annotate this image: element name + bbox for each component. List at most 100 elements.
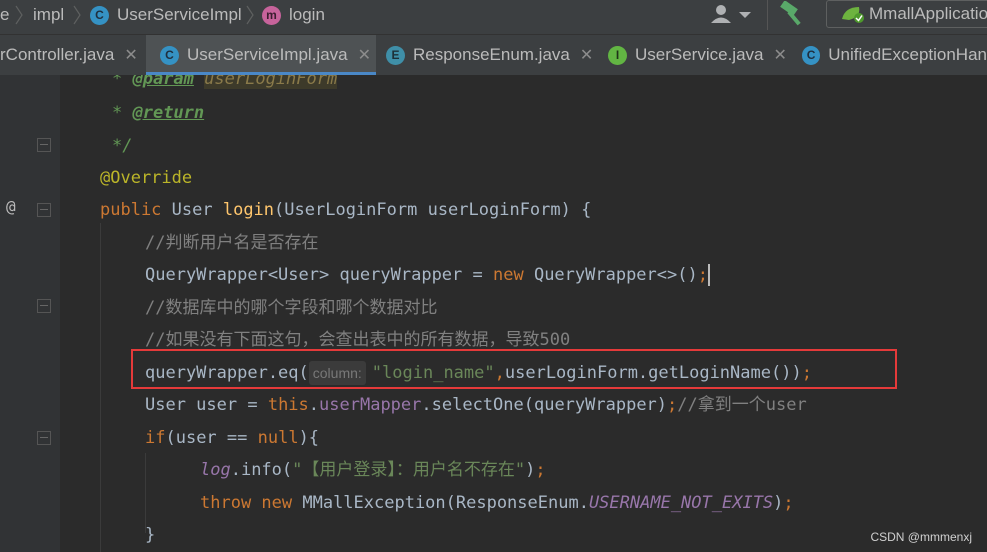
code-token: } — [145, 525, 156, 545]
navigation-bar: e impl C UserServiceImpl m login MmallAppl… — [0, 0, 987, 34]
run-configuration-selector[interactable]: MmallApplicatio — [826, 0, 987, 28]
user-icon — [711, 5, 751, 23]
code-token: User — [171, 200, 223, 220]
close-icon[interactable]: ✕ — [774, 45, 787, 65]
code-line: if(user == null){ — [145, 422, 319, 454]
code-token: if — [145, 428, 166, 448]
code-token: */ — [112, 136, 133, 156]
chevron-right-icon — [73, 5, 81, 25]
code-token: //拿到一个user — [677, 395, 807, 415]
code-token: USERNAME_NOT_EXITS — [588, 493, 774, 513]
chevron-right-icon — [246, 5, 254, 25]
code-editor[interactable]: @ * @param userLoginForm * @return */ @O… — [0, 75, 987, 552]
class-icon: C — [160, 45, 179, 65]
fold-icon[interactable] — [37, 203, 51, 217]
code-token: UserLoginForm — [284, 200, 418, 220]
close-icon[interactable]: ✕ — [124, 45, 137, 65]
code-token: QueryWrapper<>() — [523, 265, 698, 285]
tab-label: UserService.java — [635, 45, 764, 64]
breadcrumb-item-impl[interactable]: impl — [33, 4, 64, 26]
indent-guide — [100, 223, 101, 552]
build-button[interactable] — [779, 0, 809, 27]
code-line: */ — [112, 130, 132, 162]
code-token: new — [493, 265, 524, 285]
code-token: null — [257, 428, 299, 448]
code-line: User user = this.userMapper.selectOne(qu… — [145, 389, 807, 421]
code-token: ( — [274, 200, 285, 220]
code-token: this — [267, 395, 309, 415]
breadcrumb-label: impl — [33, 5, 65, 24]
code-line: throw new MMallException(ResponseEnum.US… — [200, 487, 794, 519]
tab-label: rController.java — [0, 45, 115, 64]
enum-icon: E — [386, 45, 405, 65]
class-icon: C — [90, 5, 109, 25]
code-token: throw new — [200, 493, 303, 513]
fold-icon[interactable] — [37, 431, 51, 445]
fold-icon[interactable] — [37, 138, 51, 152]
breadcrumb-item-package[interactable]: e — [0, 4, 9, 26]
code-token: public — [100, 200, 172, 220]
spring-boot-icon — [842, 7, 864, 23]
code-token: //如果没有下面这句，会查出表中的所有数据，导致500 — [145, 330, 571, 350]
breadcrumb-label: UserServiceImpl — [117, 5, 242, 24]
code-token: ){ — [298, 428, 320, 448]
code-token: userLoginForm — [204, 75, 338, 89]
code-token: userMapper — [319, 395, 422, 415]
watermark: CSDN @mmmenxj — [870, 530, 972, 544]
code-token: login — [222, 200, 275, 220]
breadcrumb-item-class[interactable]: C UserServiceImpl — [90, 4, 242, 26]
breadcrumb-label: e — [0, 5, 10, 24]
highlight-box — [131, 349, 897, 389]
code-line: public User login(UserLoginForm userLogi… — [100, 194, 591, 226]
code-token: ) — [525, 460, 536, 480]
code-line: * @return — [112, 97, 204, 129]
fold-icon[interactable] — [37, 299, 51, 313]
tab-user-service-impl[interactable]: C UserServiceImpl.java ✕ — [146, 35, 376, 75]
interface-icon: I — [608, 45, 627, 65]
code-token: @Override — [100, 168, 193, 188]
editor-gutter — [0, 75, 60, 552]
code-token: . — [308, 395, 320, 415]
text-cursor — [707, 264, 710, 286]
toolbar-divider — [767, 0, 768, 30]
tab-user-controller[interactable]: rController.java ✕ — [0, 35, 146, 75]
code-token: User user = — [145, 395, 268, 415]
editor-tab-bar: rController.java ✕ C UserServiceImpl.jav… — [0, 34, 987, 76]
code-token: MMallException(ResponseEnum. — [302, 493, 589, 513]
code-token: "【用户登录】：用户名不存在" — [292, 460, 526, 480]
code-token: * — [112, 75, 133, 89]
close-icon[interactable]: ✕ — [358, 45, 371, 65]
code-token: ; — [667, 395, 678, 415]
user-menu-button[interactable] — [708, 3, 754, 25]
code-line: QueryWrapper<User> queryWrapper = new Qu… — [145, 259, 710, 291]
code-token: log — [200, 460, 231, 480]
tab-label: ResponseEnum.java — [413, 45, 570, 64]
code-token: //数据库中的哪个字段和哪个数据对比 — [145, 298, 438, 318]
close-icon[interactable]: ✕ — [580, 45, 593, 65]
breadcrumb-item-method[interactable]: m login — [262, 4, 325, 26]
tab-user-service[interactable]: I UserService.java ✕ — [596, 35, 792, 75]
hammer-icon — [780, 0, 801, 26]
code-token: (user == — [165, 428, 258, 448]
tab-label: UnifiedExceptionHan — [828, 45, 987, 64]
code-line: } — [145, 519, 155, 551]
code-token: //判断用户名是否存在 — [145, 233, 319, 253]
code-token: ; — [535, 460, 546, 480]
method-icon: m — [262, 5, 281, 25]
code-token: @return — [132, 103, 205, 123]
override-marker-icon[interactable]: @ — [6, 197, 16, 216]
code-token: .selectOne(queryWrapper) — [421, 395, 668, 415]
breadcrumb-label: login — [289, 5, 325, 24]
code-line: //数据库中的哪个字段和哪个数据对比 — [145, 292, 437, 324]
code-token: ) — [773, 493, 784, 513]
tab-unified-exception-handler[interactable]: C UnifiedExceptionHan — [792, 35, 987, 75]
code-token: ; — [697, 265, 708, 285]
tab-response-enum[interactable]: E ResponseEnum.java ✕ — [376, 35, 596, 75]
run-configuration-label: MmallApplicatio — [869, 4, 987, 23]
code-token: QueryWrapper<User> queryWrapper = — [145, 265, 493, 285]
code-token: * — [112, 103, 133, 123]
code-token: ; — [783, 493, 794, 513]
code-line: //判断用户名是否存在 — [145, 227, 318, 259]
tab-label: UserServiceImpl.java — [187, 45, 348, 64]
code-line: @Override — [100, 162, 192, 194]
